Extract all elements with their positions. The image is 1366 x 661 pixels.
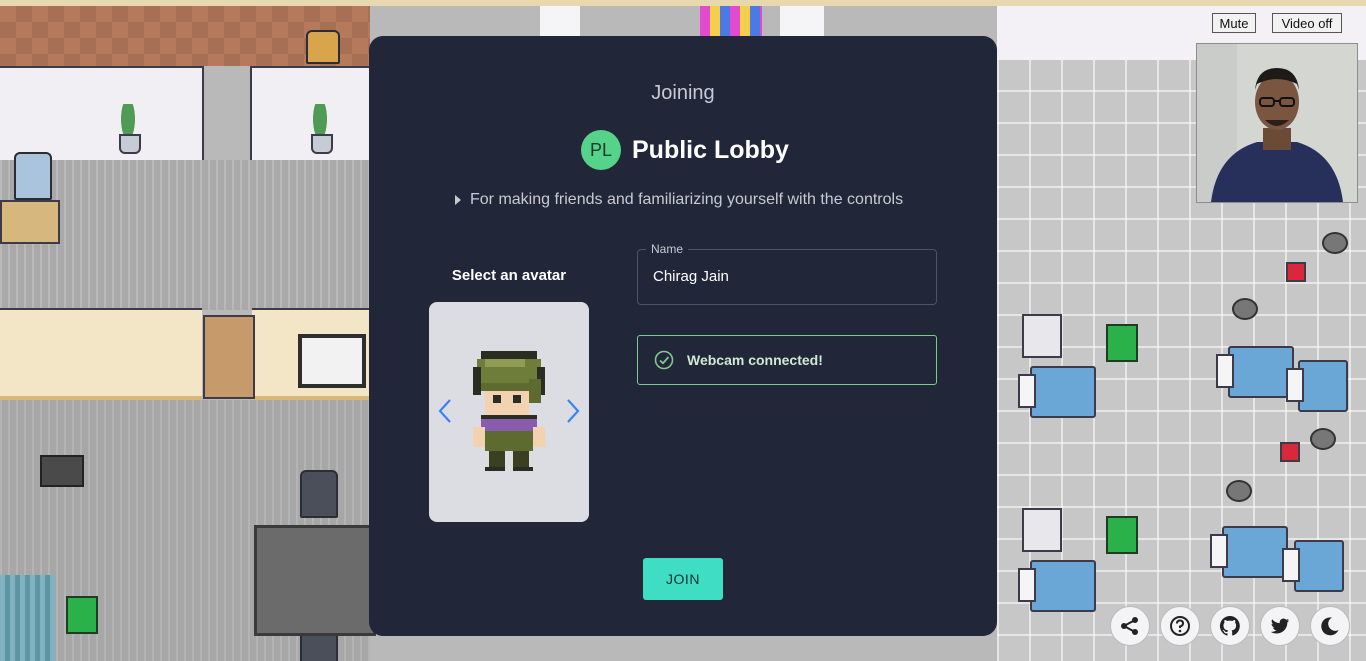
mute-button[interactable]: Mute — [1212, 13, 1256, 33]
iv-bag — [1280, 442, 1300, 462]
twitter-button[interactable] — [1260, 606, 1300, 646]
room-description-text: For making friends and familiarizing you… — [470, 191, 904, 208]
stool — [1310, 428, 1336, 450]
room-wall — [0, 308, 202, 400]
join-button[interactable]: JOIN — [643, 558, 723, 600]
curtain — [0, 575, 55, 661]
name-field[interactable]: Name — [637, 242, 937, 305]
avatar-carousel — [429, 302, 589, 522]
avatar-sprite — [473, 351, 545, 471]
green-bin — [1106, 516, 1138, 554]
hospital-bed — [1282, 540, 1344, 592]
share-icon — [1121, 617, 1138, 635]
room-header: PL Public Lobby — [581, 130, 789, 170]
poster — [700, 6, 762, 36]
share-button[interactable] — [1110, 606, 1150, 646]
webcam-status-alert: Webcam connected! — [637, 335, 937, 385]
green-bin — [1106, 324, 1138, 362]
chair — [306, 30, 340, 64]
dark-mode-icon — [1321, 617, 1339, 636]
room-wall — [0, 66, 204, 162]
hospital-bed — [1216, 346, 1294, 398]
room-description[interactable]: For making friends and familiarizing you… — [455, 191, 903, 209]
stool — [1232, 298, 1258, 320]
webcam-status-text: Webcam connected! — [687, 352, 823, 368]
wall-segment — [780, 6, 824, 36]
expand-triangle-icon[interactable] — [455, 195, 461, 205]
hospital-bed — [1286, 360, 1348, 412]
help-icon — [1170, 616, 1190, 636]
previous-avatar-icon[interactable] — [433, 396, 459, 426]
check-circle-icon — [654, 350, 674, 370]
webcam-person-image — [1197, 44, 1357, 202]
room-name: Public Lobby — [632, 135, 789, 164]
chair — [14, 152, 52, 200]
green-bin — [66, 596, 98, 634]
github-icon — [1219, 615, 1240, 636]
iv-bag — [1286, 262, 1306, 282]
cabinet — [1022, 314, 1062, 358]
hospital-bed — [1018, 366, 1096, 418]
name-label: Name — [646, 242, 689, 256]
help-button[interactable] — [1160, 606, 1200, 646]
next-avatar-icon[interactable] — [559, 396, 585, 426]
webcam-preview — [1196, 43, 1358, 203]
joining-heading: Joining — [651, 82, 715, 104]
stool — [1322, 232, 1348, 254]
cabinet — [1022, 508, 1062, 552]
hospital-bed — [1210, 526, 1288, 578]
door — [203, 315, 255, 399]
select-avatar-label: Select an avatar — [451, 267, 567, 284]
chair — [300, 470, 338, 518]
stool — [1226, 480, 1252, 502]
plant — [116, 104, 141, 154]
plant — [308, 104, 333, 154]
twitter-icon — [1270, 618, 1290, 634]
hospital-bed — [1018, 560, 1096, 612]
github-button[interactable] — [1210, 606, 1250, 646]
name-input[interactable] — [651, 267, 925, 286]
video-off-button[interactable]: Video off — [1272, 13, 1342, 33]
xray-frame — [298, 334, 366, 388]
table — [254, 525, 376, 636]
join-dialog: Joining PL Public Lobby For making frien… — [369, 36, 997, 636]
room-avatar: PL — [581, 130, 621, 170]
desk — [0, 200, 60, 244]
wall-segment — [540, 6, 580, 36]
dark-mode-button[interactable] — [1310, 606, 1350, 646]
printer — [40, 455, 84, 487]
